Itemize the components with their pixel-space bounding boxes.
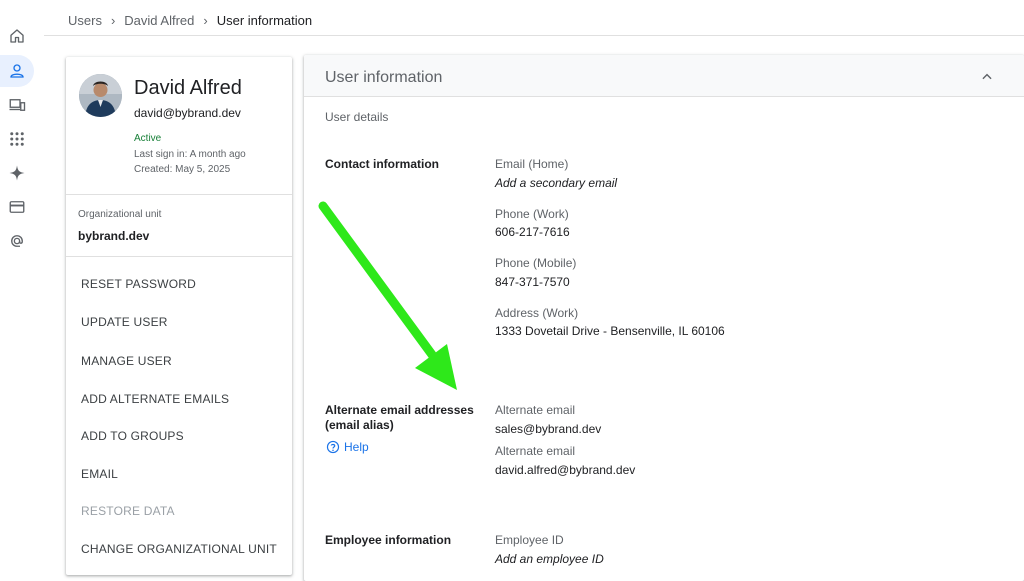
change-org-unit-button[interactable]: CHANGE ORGANIZATIONAL UNIT	[81, 542, 277, 556]
chevron-up-icon[interactable]	[980, 70, 994, 84]
org-unit-value: bybrand.dev	[78, 229, 150, 243]
help-link[interactable]: Help	[326, 440, 369, 454]
user-name: David Alfred	[134, 77, 242, 99]
status-badge: Active	[134, 133, 162, 144]
home-icon	[10, 29, 24, 43]
alias-title-line1: Alternate email addresses	[325, 403, 474, 417]
address-work-value: 1333 Dovetail Drive - Bensenville, IL 60…	[495, 324, 725, 338]
contact-section-title: Contact information	[325, 157, 439, 171]
user-summary-card: David Alfred david@bybrand.dev Active La…	[66, 57, 292, 575]
user-email: david@bybrand.dev	[134, 106, 241, 120]
rail-billing-button[interactable]	[0, 191, 34, 223]
phone-work-label: Phone (Work)	[495, 207, 569, 221]
alias-2-value: david.alfred@bybrand.dev	[495, 463, 636, 477]
breadcrumb-separator: ›	[203, 13, 208, 28]
phone-mobile-label: Phone (Mobile)	[495, 256, 577, 270]
sparkle-icon	[9, 165, 25, 181]
devices-icon	[9, 99, 26, 111]
section-subtitle: User details	[325, 110, 389, 124]
alias-2-label: Alternate email	[495, 444, 576, 458]
divider	[66, 256, 292, 257]
org-unit-label: Organizational unit	[78, 209, 162, 220]
billing-card-icon	[9, 201, 25, 213]
rail-users-button[interactable]	[0, 55, 34, 87]
reset-password-button[interactable]: RESET PASSWORD	[81, 277, 196, 291]
avatar	[79, 74, 122, 117]
breadcrumb-separator: ›	[110, 13, 116, 28]
phone-mobile-value: 847-371-7570	[495, 275, 570, 289]
employee-id-label: Employee ID	[495, 533, 564, 547]
address-work-label: Address (Work)	[495, 306, 579, 320]
breadcrumb-current: User information	[216, 13, 313, 28]
employee-id-value[interactable]: Add an employee ID	[495, 552, 604, 566]
employee-section-title: Employee information	[325, 533, 452, 547]
email-home-value[interactable]: Add a secondary email	[495, 176, 617, 190]
rail-home-button[interactable]	[0, 20, 34, 52]
phone-work-value: 606-217-7616	[495, 225, 570, 239]
email-button[interactable]: EMAIL	[81, 467, 118, 481]
breadcrumb-user-link[interactable]: David Alfred	[124, 13, 194, 28]
last-sign-in: Last sign in: A month ago	[134, 149, 246, 160]
restore-data-button: RESTORE DATA	[81, 504, 175, 518]
header-divider	[44, 35, 1024, 36]
nav-rail	[0, 0, 34, 581]
alias-section-title: Alternate email addresses (email alias)	[325, 403, 474, 433]
card-header[interactable]: User information	[304, 55, 1024, 97]
rail-ai-button[interactable]	[0, 157, 34, 189]
add-to-groups-button[interactable]: ADD TO GROUPS	[81, 429, 184, 443]
breadcrumb-users-link[interactable]: Users	[68, 13, 102, 28]
created-date: Created: May 5, 2025	[134, 164, 231, 175]
update-user-button[interactable]: UPDATE USER	[81, 315, 168, 329]
user-icon	[10, 64, 24, 78]
rail-devices-button[interactable]	[0, 89, 34, 121]
add-alternate-emails-button[interactable]: ADD ALTERNATE EMAILS	[81, 392, 229, 406]
at-sign-icon	[11, 235, 23, 247]
manage-user-button[interactable]: MANAGE USER	[81, 354, 172, 368]
annotation-arrow-icon	[318, 201, 457, 390]
apps-icon	[10, 132, 24, 146]
help-link-label: Help	[344, 440, 369, 454]
alias-1-label: Alternate email	[495, 403, 576, 417]
alias-1-value: sales@bybrand.dev	[495, 422, 602, 436]
breadcrumb: Users › David Alfred › User information	[68, 13, 312, 28]
rail-domains-button[interactable]	[0, 225, 34, 257]
divider	[66, 194, 292, 195]
alias-title-line2: (email alias)	[325, 418, 394, 432]
card-title: User information	[325, 69, 443, 86]
rail-apps-button[interactable]	[0, 123, 34, 155]
email-home-label: Email (Home)	[495, 157, 569, 171]
help-icon	[326, 440, 340, 454]
